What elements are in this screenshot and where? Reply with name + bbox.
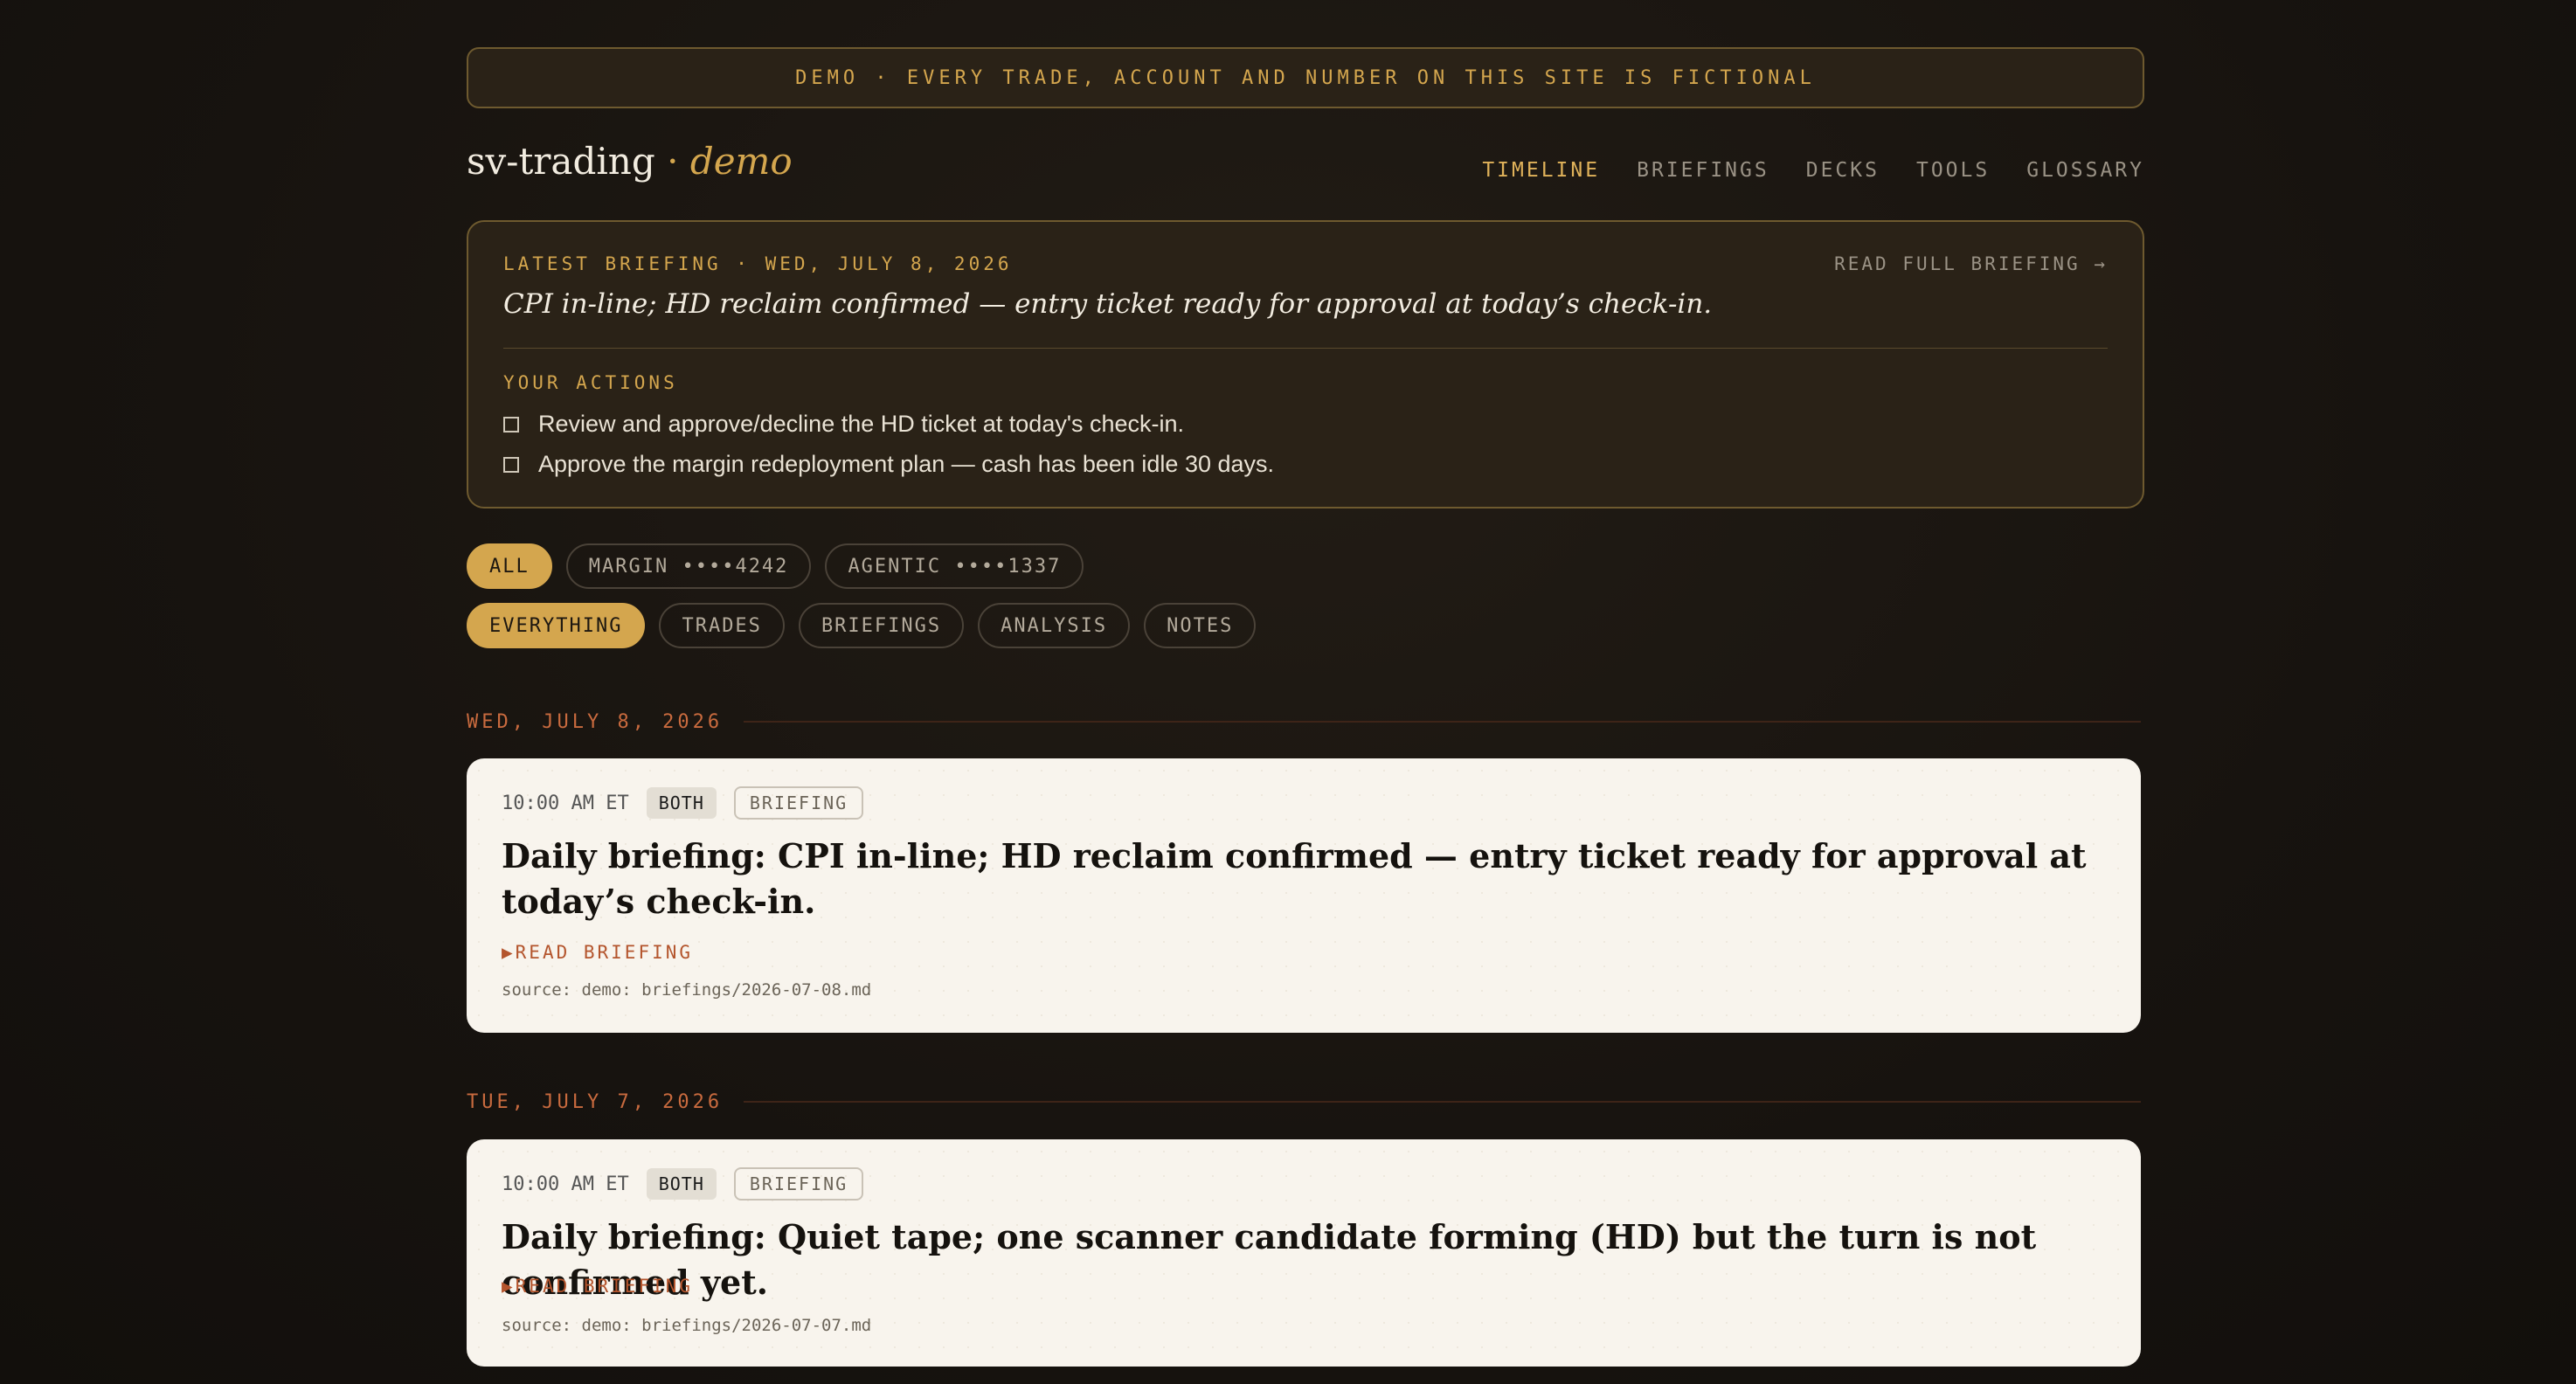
demo-banner-text: DEMO · EVERY TRADE, ACCOUNT AND NUMBER O…	[795, 66, 1816, 89]
type-tag: BRIEFING	[733, 786, 864, 820]
action-checkbox[interactable]	[503, 416, 519, 432]
site-header: sv-trading · demo TIMELINE BRIEFINGS DEC…	[467, 136, 2144, 199]
filter-type-analysis[interactable]: ANALYSIS	[978, 603, 1131, 648]
filter-account-margin[interactable]: MARGIN ••••4242	[565, 543, 812, 589]
filter-type-everything[interactable]: EVERYTHING	[467, 603, 646, 648]
actions-header: YOUR ACTIONS	[503, 372, 678, 393]
read-briefing-label: READ BRIEFING	[515, 942, 694, 963]
divider	[503, 348, 2108, 349]
latest-briefing-header: LATEST BRIEFING · WED, JULY 8, 2026	[503, 253, 1013, 274]
entry-time: 10:00 AM ET	[502, 1173, 629, 1195]
entry-title: Daily briefing: CPI in-line; HD reclaim …	[502, 836, 2087, 921]
type-tag: BRIEFING	[733, 1167, 864, 1201]
type-filter-group: EVERYTHING TRADES BRIEFINGS ANALYSIS NOT…	[467, 603, 1257, 648]
entry-title: Daily briefing: Quiet tape; one scanner …	[502, 1217, 2037, 1302]
read-briefing-link[interactable]: ▶READ BRIEFING	[502, 1276, 693, 1297]
filter-account-all[interactable]: ALL	[467, 543, 552, 589]
action-text: Review and approve/decline the HD ticket…	[538, 411, 1185, 437]
account-tag: BOTH	[646, 1168, 717, 1200]
nav-tools[interactable]: TOOLS	[1916, 159, 1990, 182]
timeline-date-header: WED, JULY 8, 2026	[467, 709, 2141, 735]
entry-time: 10:00 AM ET	[502, 792, 629, 814]
nav-glossary[interactable]: GLOSSARY	[2026, 159, 2144, 182]
filter-type-briefings[interactable]: BRIEFINGS	[798, 603, 965, 648]
main-nav: TIMELINE BRIEFINGS DECKS TOOLS GLOSSARY	[1482, 159, 2144, 182]
action-checkbox[interactable]	[503, 456, 519, 473]
timeline-entry-card[interactable]: 10:00 AM ET BOTH BRIEFING Daily briefing…	[467, 1139, 2141, 1367]
filter-type-notes[interactable]: NOTES	[1144, 603, 1257, 648]
read-briefing-link[interactable]: ▶READ BRIEFING	[502, 942, 693, 963]
brand-separator: ·	[667, 140, 679, 183]
site-logo[interactable]: sv-trading · demo	[467, 140, 793, 183]
entry-source: source: demo: briefings/2026-07-07.md	[502, 1316, 872, 1335]
demo-banner: DEMO · EVERY TRADE, ACCOUNT AND NUMBER O…	[467, 47, 2144, 108]
nav-timeline[interactable]: TIMELINE	[1482, 159, 1600, 182]
date-divider	[744, 1101, 2141, 1103]
action-item: Review and approve/decline the HD ticket…	[503, 411, 1184, 438]
disclosure-triangle-icon: ▶	[502, 1276, 516, 1297]
account-filter-group: ALL MARGIN ••••4242 AGENTIC ••••1337	[467, 543, 1084, 589]
filter-type-trades[interactable]: TRADES	[659, 603, 785, 648]
filter-account-agentic[interactable]: AGENTIC ••••1337	[825, 543, 1084, 589]
latest-briefing-summary: CPI in-line; HD reclaim confirmed — entr…	[503, 288, 1713, 320]
brand-name: sv-trading	[467, 140, 655, 183]
timeline-date: WED, JULY 8, 2026	[467, 710, 724, 733]
timeline-date: TUE, JULY 7, 2026	[467, 1090, 724, 1113]
timeline-entry-card[interactable]: 10:00 AM ET BOTH BRIEFING Daily briefing…	[467, 758, 2141, 1033]
entry-source: source: demo: briefings/2026-07-08.md	[502, 980, 872, 1000]
entry-meta: 10:00 AM ET BOTH BRIEFING	[502, 1167, 864, 1201]
action-text: Approve the margin redeployment plan — c…	[538, 451, 1275, 477]
date-divider	[744, 721, 2141, 723]
action-item: Approve the margin redeployment plan — c…	[503, 451, 1274, 478]
read-briefing-label: READ BRIEFING	[515, 1276, 694, 1297]
timeline-date-header: TUE, JULY 7, 2026	[467, 1089, 2141, 1115]
nav-briefings[interactable]: BRIEFINGS	[1637, 159, 1769, 182]
account-tag: BOTH	[646, 787, 717, 819]
brand-suffix: demo	[689, 140, 793, 183]
latest-briefing-panel: LATEST BRIEFING · WED, JULY 8, 2026 READ…	[467, 220, 2144, 509]
nav-decks[interactable]: DECKS	[1806, 159, 1880, 182]
disclosure-triangle-icon: ▶	[502, 942, 516, 963]
read-full-briefing-link[interactable]: READ FULL BRIEFING →	[1834, 253, 2108, 274]
entry-meta: 10:00 AM ET BOTH BRIEFING	[502, 786, 864, 820]
